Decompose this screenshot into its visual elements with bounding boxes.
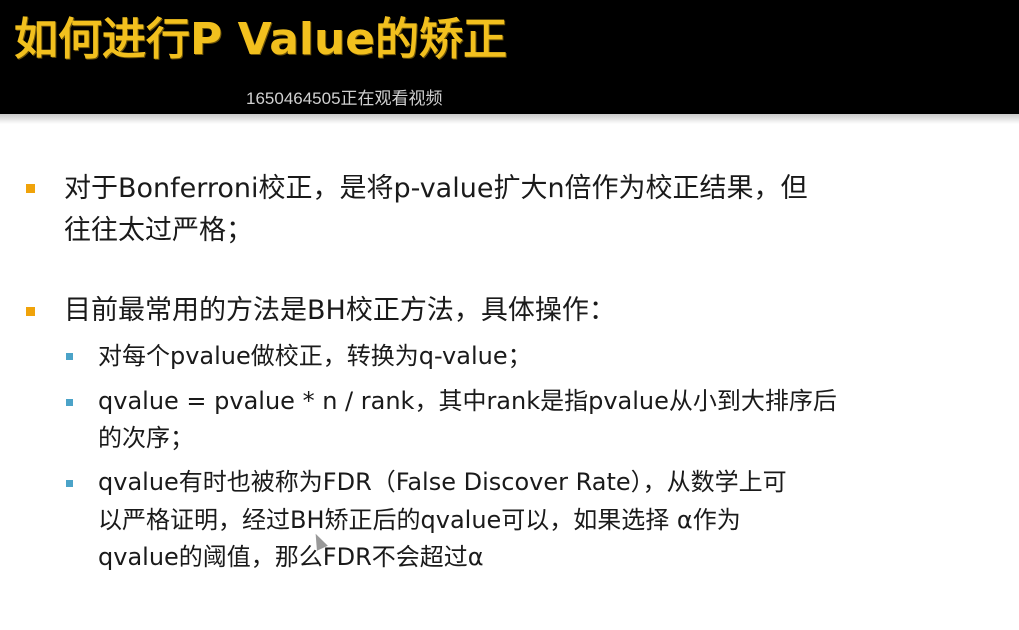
bullet-list: 对于Bonferroni校正，是将p-value扩大n倍作为校正结果，但 往往太…	[0, 0, 1019, 630]
bullet-marker	[26, 307, 35, 316]
bullet-marker	[26, 184, 35, 193]
sub-bullet-2-line-2: 的次序；	[98, 424, 194, 452]
bullet-2-line-1: 目前最常用的方法是BH校正方法，具体操作：	[64, 295, 616, 326]
sub-bullet-1-line-1: 对每个pvalue做校正，转换为q-value；	[98, 342, 532, 370]
sub-bullet-marker	[66, 353, 73, 360]
sub-bullet-3-line-3: qvalue的阈值，那么FDR不会超过α	[98, 543, 484, 571]
bullet-1-line-2: 往往太过严格；	[64, 215, 253, 246]
slide: 如何进行P Value的矫正 1650464505正在观看视频 对于Bonfer…	[0, 0, 1019, 630]
sub-bullet-3-line-1: qvalue有时也被称为FDR（False Discover Rate），从数学…	[98, 468, 787, 496]
sub-bullet-2-line-1: qvalue = pvalue * n / rank，其中rank是指pvalu…	[98, 387, 837, 415]
bullet-1-line-1: 对于Bonferroni校正，是将p-value扩大n倍作为校正结果，但	[64, 173, 808, 204]
sub-bullet-marker	[66, 399, 73, 406]
sub-bullet-marker	[66, 480, 73, 487]
sub-bullet-3-line-2: 以严格证明，经过BH矫正后的qvalue可以，如果选择 α作为	[98, 506, 741, 534]
